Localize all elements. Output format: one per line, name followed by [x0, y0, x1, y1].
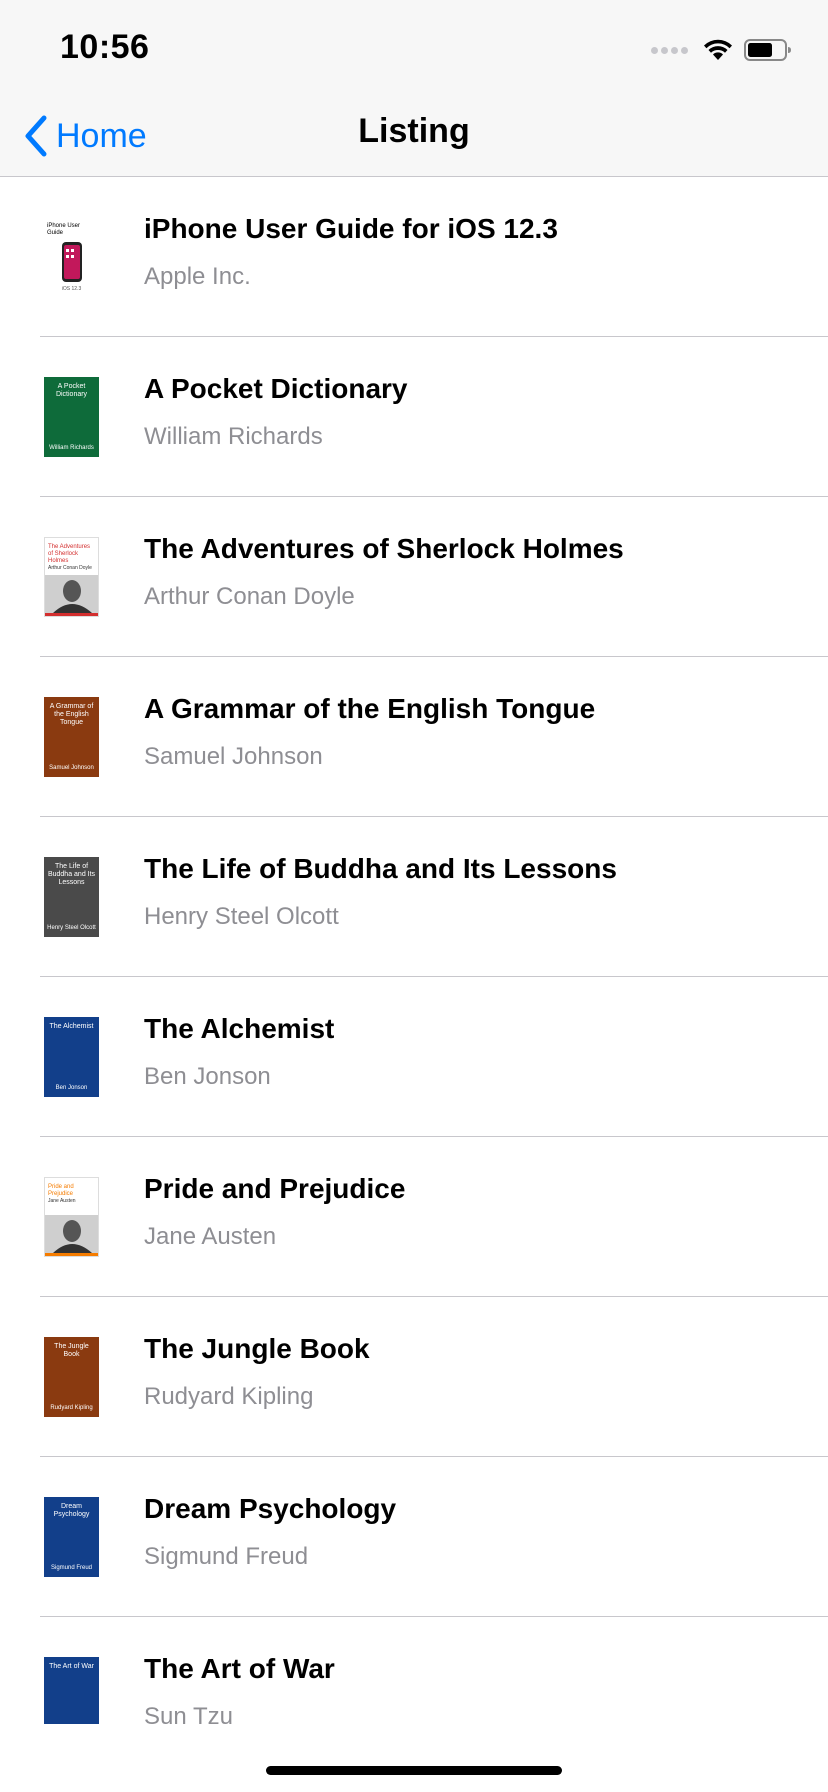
cover-author: Rudyard Kipling [50, 1405, 93, 1411]
list-item[interactable]: The Jungle Book Rudyard Kipling The Jungl… [0, 1297, 828, 1457]
list-item[interactable]: iPhone User Guide iOS 12.3 iPhone User Gu… [0, 177, 828, 337]
cover-title: The Adventures of Sherlock Holmes [48, 544, 91, 564]
iphone-icon [61, 241, 82, 282]
book-author: Samuel Johnson [144, 743, 323, 770]
book-author: Sun Tzu [144, 1703, 233, 1724]
cover-title: iPhone User Guide [47, 223, 81, 236]
list-item[interactable]: Dream Psychology Sigmund Freud Dream Psyc… [0, 1457, 828, 1617]
list-item[interactable]: A Grammar of the English Tongue Samuel Jo… [0, 657, 828, 817]
cover-author: Henry Steel Olcott [47, 925, 96, 931]
cover-title: Dream Psychology [53, 1503, 90, 1518]
cover-author: iOS 12.3 [61, 286, 82, 292]
cover-title: The Jungle Book [54, 1343, 89, 1358]
book-title: iPhone User Guide for iOS 12.3 [144, 213, 558, 244]
book-title: A Grammar of the English Tongue [144, 693, 596, 724]
list-item[interactable]: The Life of Buddha and Its Lessons Henry … [0, 817, 828, 977]
cover-author: Samuel Johnson [49, 765, 94, 771]
page-title: Listing [358, 112, 470, 150]
cover-stripe [45, 613, 98, 616]
cover-author: Ben Jonson [55, 1085, 88, 1091]
home-indicator[interactable] [266, 1766, 562, 1775]
book-cover: The Jungle Book Rudyard Kipling [44, 1337, 99, 1417]
book-author: Arthur Conan Doyle [144, 583, 355, 610]
portrait-image [45, 1215, 98, 1253]
book-author: Apple Inc. [144, 263, 251, 290]
navigation-bar: Home Listing [0, 100, 828, 177]
book-title: The Art of War [144, 1653, 335, 1684]
book-cover: The Art of WarSun Tzu [44, 1657, 99, 1724]
status-icons [651, 36, 792, 64]
cover-title: Pride and Prejudice [48, 1184, 74, 1197]
book-author: William Richards [144, 423, 323, 450]
cover-author: Jane Austen [48, 1198, 76, 1204]
book-author: Ben Jonson [144, 1063, 271, 1090]
book-author: Rudyard Kipling [144, 1383, 314, 1410]
cover-title: The Life of Buddha and Its Lessons [47, 863, 96, 886]
cover-author: William Richards [49, 445, 94, 451]
list-item[interactable]: The Adventures of Sherlock Holmes Arthur … [0, 497, 828, 657]
cover-title: The Art of War [49, 1663, 94, 1670]
book-cover: Pride and Prejudice Jane Austen [44, 1177, 99, 1257]
book-cover: The Life of Buddha and Its Lessons Henry … [44, 857, 99, 937]
list-item[interactable]: A Pocket Dictionary William Richards A Po… [0, 337, 828, 497]
book-title: Dream Psychology [144, 1493, 397, 1524]
cover-stripe [45, 1253, 98, 1256]
cover-title: A Pocket Dictionary [55, 383, 88, 398]
wifi-icon [704, 39, 732, 60]
cover-author: Sigmund Freud [50, 1565, 93, 1571]
book-title: The Alchemist [144, 1013, 335, 1044]
book-author: Sigmund Freud [144, 1543, 309, 1570]
portrait-image [45, 575, 98, 613]
status-bar: 10:56 [0, 0, 828, 100]
list-item[interactable]: The Art of WarSun Tzu The Art of War Sun… [0, 1617, 828, 1724]
book-author: Jane Austen [144, 1223, 277, 1250]
book-title: The Life of Buddha and Its Lessons [144, 853, 617, 884]
cover-author: Arthur Conan Doyle [48, 565, 92, 571]
list-item[interactable]: The Alchemist Ben Jonson The Alchemist Be… [0, 977, 828, 1137]
cellular-signal-icon [651, 46, 688, 54]
book-title: Pride and Prejudice [144, 1173, 406, 1204]
book-title: A Pocket Dictionary [144, 373, 408, 404]
book-cover: The Adventures of Sherlock Holmes Arthur … [44, 537, 99, 617]
book-cover: A Pocket Dictionary William Richards [44, 377, 99, 457]
book-list: iPhone User Guide iOS 12.3 iPhone User Gu… [0, 177, 828, 1724]
battery-icon [744, 39, 791, 61]
book-cover: A Grammar of the English Tongue Samuel Jo… [44, 697, 99, 777]
book-cover: Dream Psychology Sigmund Freud [44, 1497, 99, 1577]
book-cover: The Alchemist Ben Jonson [44, 1017, 99, 1097]
list-item[interactable]: Pride and Prejudice Jane Austen Pride and… [0, 1137, 828, 1297]
book-cover: iPhone User Guide iOS 12.3 [44, 217, 99, 297]
book-author: Henry Steel Olcott [144, 903, 339, 930]
status-time: 10:56 [60, 28, 150, 66]
cover-title: A Grammar of the English Tongue [49, 703, 94, 726]
book-title: The Jungle Book [144, 1333, 370, 1364]
book-title: The Adventures of Sherlock Holmes [144, 533, 624, 564]
cover-title: The Alchemist [49, 1023, 94, 1030]
